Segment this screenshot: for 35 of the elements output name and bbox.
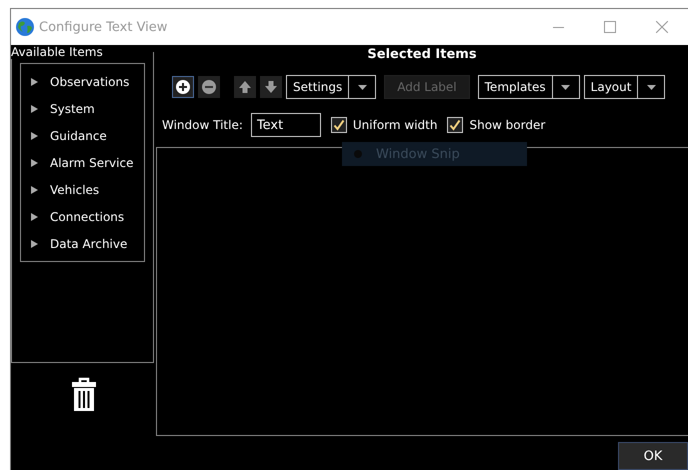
tree-item[interactable]: Data Archive (21, 232, 144, 255)
expand-arrow-icon[interactable] (31, 186, 38, 194)
expand-arrow-icon[interactable] (31, 132, 38, 140)
expand-arrow-icon[interactable] (31, 240, 38, 248)
section-title: Selected Items (366, 46, 478, 64)
dropdown-button[interactable]: Templates (478, 75, 580, 99)
dropdown-button[interactable]: Layout (584, 75, 666, 99)
caret-icon[interactable] (561, 84, 570, 90)
field-label: Window Title: (162, 118, 243, 132)
checkbox[interactable] (447, 117, 464, 133)
expand-arrow-icon[interactable] (31, 78, 38, 86)
tree-item[interactable]: Guidance (21, 124, 144, 147)
expand-arrow-icon[interactable] (31, 212, 38, 220)
caret-icon[interactable] (358, 84, 367, 90)
close-icon[interactable] (656, 21, 668, 33)
window-title: Configure Text View (39, 20, 168, 34)
globe-icon (15, 17, 35, 37)
tree-item[interactable]: System (21, 97, 144, 120)
group-title: Available Items (11, 45, 104, 59)
tree-item[interactable]: Vehicles (21, 178, 144, 201)
tree-item[interactable]: Connections (21, 205, 144, 228)
window-title-field[interactable]: Text (250, 113, 321, 137)
checkbox-label[interactable]: Show border (469, 118, 546, 132)
expand-arrow-icon[interactable] (31, 158, 38, 166)
tree-item[interactable]: Alarm Service (21, 151, 144, 174)
minimize-icon[interactable] (552, 26, 564, 28)
checkbox-label[interactable]: Uniform width (352, 118, 438, 132)
maximize-icon[interactable] (604, 21, 616, 33)
checkbox[interactable] (330, 117, 347, 133)
caret-icon[interactable] (646, 84, 656, 90)
ok-button[interactable]: OK (618, 442, 688, 470)
tree-item[interactable]: Observations (21, 70, 144, 93)
expand-arrow-icon[interactable] (31, 104, 38, 112)
trash-icon[interactable] (72, 377, 96, 411)
dropdown-button[interactable]: Settings (286, 75, 376, 99)
